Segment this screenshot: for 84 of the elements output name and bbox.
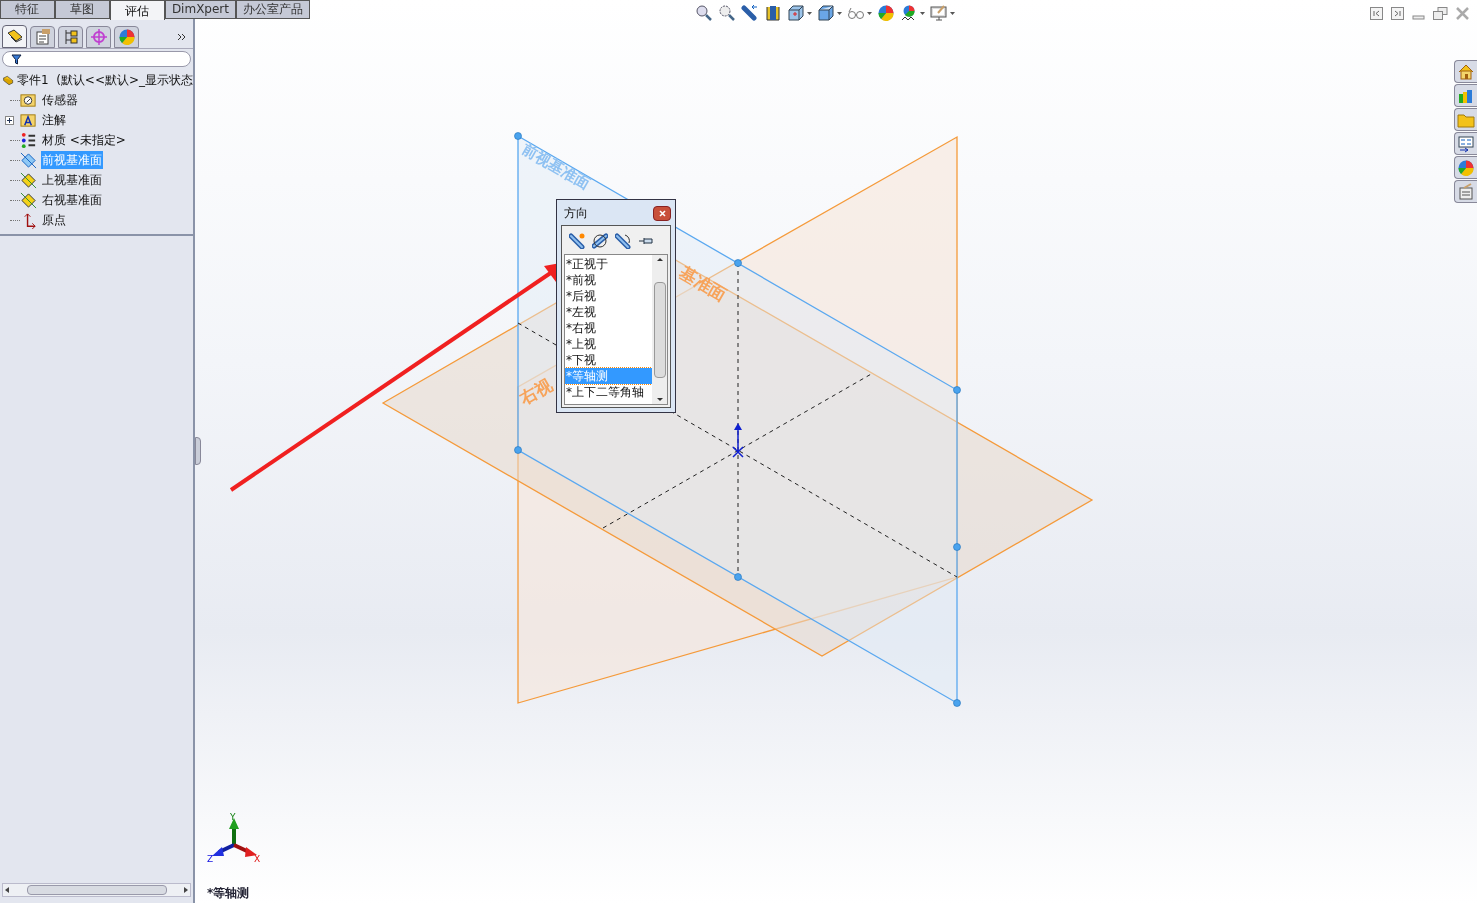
- scroll-up-icon[interactable]: [656, 258, 663, 261]
- panel-tab[interactable]: [2, 25, 27, 48]
- view-list-item[interactable]: *前视: [565, 272, 652, 288]
- axis-label: X: [254, 854, 261, 864]
- previous-view-icon[interactable]: [741, 4, 759, 22]
- view-list-item[interactable]: *下视: [565, 352, 652, 368]
- view-list-item[interactable]: *左视: [565, 304, 652, 320]
- dropdown-caret-icon[interactable]: [867, 11, 872, 15]
- tree-item[interactable]: 上视基准面: [41, 171, 103, 189]
- view-list-item[interactable]: *上下二等角轴: [565, 384, 652, 400]
- appearance-icon: [1457, 158, 1475, 177]
- material-icon: [20, 131, 37, 149]
- view-list-item[interactable]: *正视于: [565, 256, 652, 272]
- close-button[interactable]: [653, 205, 671, 221]
- filter-field[interactable]: [2, 51, 191, 67]
- expand-icon[interactable]: [5, 115, 14, 125]
- scroll-thumb[interactable]: [653, 281, 666, 378]
- axis-triad-drawing: [212, 818, 257, 857]
- view-name-label: *等轴测: [207, 885, 250, 902]
- dropdown-caret-icon[interactable]: [920, 11, 925, 15]
- new-view-icon[interactable]: [569, 233, 585, 249]
- panel-collapse-handle[interactable]: [195, 437, 201, 465]
- command-tab[interactable]: 特征: [0, 0, 55, 19]
- plane-icon: [20, 151, 37, 169]
- tree-item[interactable]: 材质 <未指定>: [41, 131, 127, 149]
- command-tab[interactable]: 办公室产品: [236, 0, 310, 19]
- scroll-down-icon[interactable]: [656, 398, 663, 401]
- plane-icon: [20, 191, 37, 209]
- command-tab[interactable]: 评估: [109, 0, 165, 20]
- tree-item[interactable]: 传感器: [41, 91, 79, 109]
- task-pane-tab[interactable]: [1454, 60, 1477, 83]
- command-tab[interactable]: 草图: [54, 0, 110, 19]
- restore-icon[interactable]: [1433, 7, 1448, 20]
- view-orientation-icon[interactable]: [787, 4, 805, 22]
- tree-item[interactable]: 注解: [41, 111, 67, 129]
- update-view-icon[interactable]: [592, 233, 608, 249]
- zoom-fit-icon[interactable]: [695, 4, 713, 22]
- view-palette-icon: [1457, 134, 1475, 153]
- origin-icon: [732, 423, 744, 458]
- dialog-title: 方向: [563, 205, 588, 222]
- dropdown-caret-icon[interactable]: [950, 11, 955, 15]
- task-pane-tab[interactable]: [1454, 180, 1477, 203]
- axis-label: Z: [207, 854, 214, 864]
- zoom-area-icon[interactable]: [718, 4, 736, 22]
- sensor-folder-icon: [20, 91, 37, 109]
- tree-item[interactable]: 右视基准面: [41, 191, 103, 209]
- tile-right-icon[interactable]: [1391, 7, 1404, 20]
- view-list-item[interactable]: *后视: [565, 288, 652, 304]
- dropdown-caret-icon[interactable]: [807, 11, 812, 15]
- filter-icon: [11, 53, 22, 65]
- scroll-left-icon[interactable]: [5, 887, 9, 893]
- annotation-folder-icon: [20, 111, 37, 129]
- tile-left-icon[interactable]: [1370, 7, 1383, 20]
- horizontal-scrollbar[interactable]: [2, 883, 191, 897]
- view-list-item[interactable]: *右视: [565, 320, 652, 336]
- dimxpert-tab-icon: [89, 27, 108, 46]
- close-icon: [658, 209, 666, 217]
- plane-icon: [20, 171, 37, 189]
- dropdown-caret-icon[interactable]: [837, 11, 842, 15]
- panel-tab[interactable]: [58, 25, 83, 48]
- section-view-icon[interactable]: [764, 4, 782, 22]
- plane-label: 前视基准面: [519, 139, 593, 193]
- task-pane-tab[interactable]: [1454, 156, 1477, 179]
- scroll-thumb[interactable]: [26, 885, 167, 895]
- monitor-icon[interactable]: [930, 4, 948, 22]
- plane-label: 基准面: [676, 262, 731, 305]
- reset-view-icon[interactable]: [615, 233, 631, 249]
- scroll-right-icon[interactable]: [184, 887, 188, 893]
- plane-label: 右视: [516, 374, 556, 409]
- home-icon: [1457, 62, 1475, 81]
- axis-label: Y: [230, 812, 236, 822]
- more-tabs-icon[interactable]: [177, 31, 187, 42]
- vertical-scrollbar[interactable]: [652, 255, 667, 404]
- custom-properties-icon: [1457, 182, 1475, 201]
- tree-item[interactable]: 原点: [41, 211, 67, 229]
- appearance-icon[interactable]: [877, 4, 895, 22]
- view-list-item[interactable]: *上视: [565, 336, 652, 352]
- tree-root-label[interactable]: 零件1 (默认<<默认>_显示状态: [16, 71, 193, 89]
- display-tab-icon: [117, 27, 136, 46]
- command-tab[interactable]: DimXpert: [164, 0, 236, 19]
- task-pane-tab[interactable]: [1454, 132, 1477, 155]
- display-style-icon[interactable]: [817, 4, 835, 22]
- property-tab-icon: [33, 27, 52, 46]
- task-pane-tab[interactable]: [1454, 84, 1477, 107]
